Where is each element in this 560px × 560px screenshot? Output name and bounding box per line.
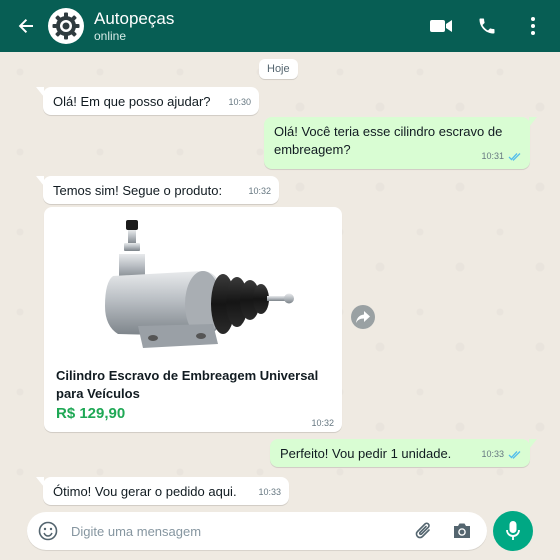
more-options-icon[interactable] <box>520 13 546 39</box>
product-card[interactable]: Cilindro Escravo de Embreagem Universal … <box>44 207 342 432</box>
clutch-cylinder-illustration <box>105 220 294 348</box>
product-title: Cilindro Escravo de Embreagem Universal … <box>56 368 319 401</box>
contact-info[interactable]: Autopeças online <box>94 9 174 44</box>
attach-icon[interactable] <box>413 520 435 542</box>
header-actions <box>408 13 546 39</box>
microphone-icon <box>506 521 520 540</box>
message-text: Perfeito! Vou pedir 1 unidade. <box>280 446 452 461</box>
avatar[interactable] <box>48 8 84 44</box>
chat-area: Hoje Olá! Em que posso ajudar? 10:30 Olá… <box>0 52 560 505</box>
contact-status: online <box>94 28 127 43</box>
message-time: 10:32 <box>248 186 271 196</box>
message-composer <box>27 512 487 550</box>
emoji-icon[interactable] <box>37 520 59 542</box>
message-text: Temos sim! Segue o produto: <box>53 183 223 198</box>
message-text: Olá! Em que posso ajudar? <box>53 94 211 109</box>
forward-icon[interactable] <box>351 305 375 329</box>
message-outgoing[interactable]: Perfeito! Vou pedir 1 unidade. 10:33 <box>270 439 537 467</box>
product-price: R$ 129,90 <box>56 405 126 422</box>
message-time: 10:30 <box>228 97 251 107</box>
message-incoming[interactable]: Temos sim! Segue o produto: 10:32 <box>36 176 279 204</box>
message-time: 10:32 <box>311 418 334 428</box>
message-meta: 10:31 <box>481 147 522 165</box>
message-time: 10:33 <box>258 487 281 497</box>
message-incoming[interactable]: Ótimo! Vou gerar o pedido aqui. 10:33 <box>36 477 289 505</box>
gear-logo-icon <box>52 12 80 40</box>
message-time: 10:33 <box>481 449 504 459</box>
date-chip: Hoje <box>259 59 298 79</box>
message-outgoing[interactable]: Olá! Você teria esse cilindro escravo de… <box>264 117 537 169</box>
message-time: 10:31 <box>481 151 504 161</box>
message-input[interactable] <box>71 523 391 539</box>
double-check-icon <box>508 450 522 459</box>
phone-icon[interactable] <box>474 13 500 39</box>
chat-header: Autopeças online <box>0 0 560 52</box>
product-image[interactable] <box>48 211 338 361</box>
video-call-icon[interactable] <box>428 13 454 39</box>
camera-icon[interactable] <box>451 520 473 542</box>
double-check-icon <box>508 152 522 161</box>
microphone-button[interactable] <box>493 511 533 551</box>
message-text: Olá! Você teria esse cilindro escravo de… <box>274 124 503 157</box>
message-meta: 10:33 <box>481 445 522 463</box>
contact-name: Autopeças <box>94 8 175 28</box>
message-incoming[interactable]: Olá! Em que posso ajudar? 10:30 <box>36 87 259 115</box>
back-arrow-icon[interactable] <box>12 12 40 40</box>
message-text: Ótimo! Vou gerar o pedido aqui. <box>53 484 237 499</box>
